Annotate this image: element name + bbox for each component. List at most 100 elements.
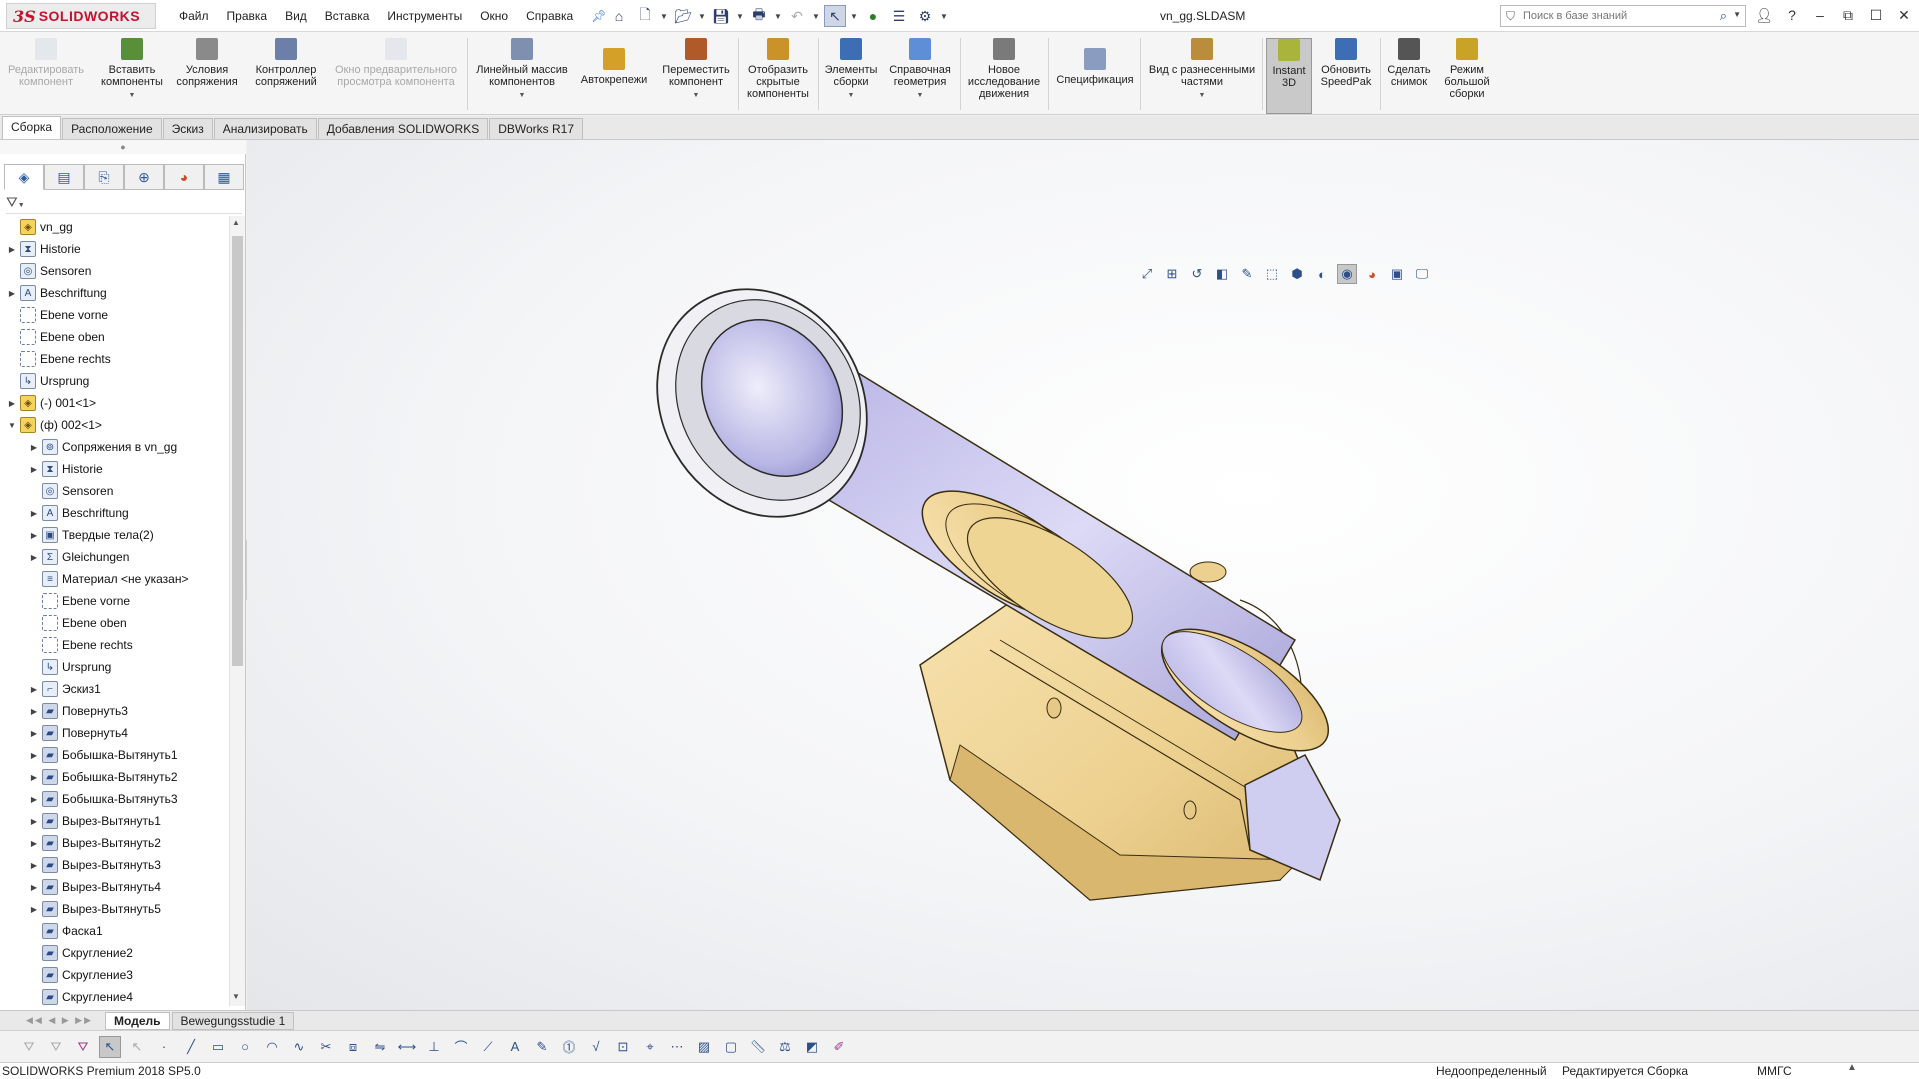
point-icon[interactable]: · bbox=[153, 1036, 175, 1058]
menu-help[interactable]: Справка bbox=[517, 9, 582, 23]
tree-node[interactable]: Ebene vorne bbox=[6, 304, 108, 326]
select-arrow-icon[interactable]: ↖ bbox=[99, 1035, 121, 1058]
insert-caret-icon[interactable]: ▼ bbox=[129, 90, 136, 102]
tree-node[interactable]: ▶ ▰ Повернуть4 bbox=[28, 722, 128, 744]
tree-node[interactable]: ▶ ⧗ Historie bbox=[6, 238, 81, 260]
scroll-up-icon[interactable]: ▲ bbox=[232, 218, 240, 227]
file-properties-icon[interactable]: ☰ bbox=[888, 5, 910, 27]
undo-icon[interactable]: ↶ bbox=[786, 5, 808, 27]
tree-node[interactable]: ▶ ◈ (-) 001<1> bbox=[6, 392, 96, 414]
section-icon[interactable]: ◩ bbox=[801, 1036, 823, 1058]
tree-node[interactable]: ▶ Σ Gleichungen bbox=[28, 546, 129, 568]
new-document-icon[interactable]: 🗋︎ bbox=[634, 5, 656, 27]
tab-layout[interactable]: Расположение bbox=[62, 118, 162, 139]
view-settings-icon[interactable]: ▣ bbox=[1387, 264, 1407, 284]
bom-button[interactable]: Спецификация bbox=[1052, 38, 1138, 114]
save-icon[interactable]: 💾︎ bbox=[710, 5, 732, 27]
tree-scrollbar[interactable]: ▲ ▼ bbox=[229, 216, 245, 1006]
zoom-to-fit-icon[interactable]: ⤢ bbox=[1137, 264, 1157, 284]
refgeom-caret-icon[interactable]: ▼ bbox=[917, 90, 924, 102]
tree-node[interactable]: ◎ Sensoren bbox=[28, 480, 113, 502]
tab-scroll-arrows-icon[interactable]: ◀◀ ◀ ▶ ▶▶ bbox=[26, 1015, 93, 1026]
tree-node[interactable]: ▶ ▰ Вырез-Вытянуть3 bbox=[28, 854, 161, 876]
previous-view-icon[interactable]: ↺ bbox=[1187, 264, 1207, 284]
print-icon[interactable]: 🖶︎ bbox=[748, 5, 770, 27]
measure-icon[interactable]: 📏︎ bbox=[747, 1036, 769, 1058]
tree-node[interactable]: ↳ Ursprung bbox=[28, 656, 111, 678]
expand-arrow-icon[interactable]: ▶ bbox=[28, 773, 40, 782]
expand-arrow-icon[interactable]: ▶ bbox=[28, 861, 40, 870]
rebuild-traffic-light-icon[interactable]: ● bbox=[862, 5, 884, 27]
pattern-caret-icon[interactable]: ▼ bbox=[519, 90, 526, 102]
datum-icon[interactable]: ⊡ bbox=[612, 1036, 634, 1058]
arc-icon[interactable]: ◠ bbox=[261, 1036, 283, 1058]
large-assembly-mode-button[interactable]: Режим большой сборки bbox=[1438, 38, 1496, 114]
tree-node[interactable]: Ebene rechts bbox=[28, 634, 133, 656]
menu-file[interactable]: Файл bbox=[170, 9, 218, 23]
tree-node[interactable]: Ebene oben bbox=[28, 612, 127, 634]
fillet-sketch-icon[interactable]: ⌒ bbox=[450, 1036, 472, 1058]
update-speedpak-button[interactable]: Обновить SpeedPak bbox=[1316, 38, 1376, 114]
tree-node[interactable]: ▶ ▰ Бобышка-Вытянуть3 bbox=[28, 788, 178, 810]
search-input[interactable] bbox=[1523, 10, 1713, 22]
surface-finish-icon[interactable]: √ bbox=[585, 1036, 607, 1058]
property-manager-tab-icon[interactable]: ▤ bbox=[44, 164, 84, 190]
save-caret-icon[interactable]: ▼ bbox=[736, 12, 744, 21]
tree-node[interactable]: ▶ ▰ Вырез-Вытянуть4 bbox=[28, 876, 161, 898]
select-cursor-icon[interactable]: ↖ bbox=[824, 5, 846, 27]
expand-arrow-icon[interactable]: ▶ bbox=[28, 795, 40, 804]
tree-node[interactable]: ◈ vn_gg bbox=[6, 216, 73, 238]
new-motion-study-button[interactable]: Новое исследование движения bbox=[964, 38, 1044, 114]
feature-tree-tab-icon[interactable]: ◈ bbox=[4, 164, 44, 190]
component-preview-button[interactable]: Окно предварительного просмотра компонен… bbox=[328, 38, 464, 114]
insert-components-button[interactable]: Вставить компоненты ▼ bbox=[92, 38, 172, 114]
tree-node[interactable]: ▶ ⧗ Historie bbox=[28, 458, 103, 480]
restore-icon[interactable]: ⧉ bbox=[1838, 4, 1858, 26]
tree-node[interactable]: ↳ Ursprung bbox=[6, 370, 89, 392]
instant3d-button[interactable]: Instant 3D bbox=[1266, 38, 1312, 114]
mates-button[interactable]: Условия сопряжения bbox=[174, 38, 240, 114]
expand-arrow-icon[interactable]: ▶ bbox=[28, 531, 40, 540]
smart-fasteners-button[interactable]: Автокрепежи bbox=[574, 38, 654, 114]
hide-show-items-icon[interactable]: ◐ bbox=[1312, 264, 1332, 284]
expand-arrow-icon[interactable]: ▶ bbox=[28, 905, 40, 914]
search-caret-icon[interactable]: ▼ bbox=[1733, 10, 1741, 19]
tree-node[interactable]: ▶ ⊚ Сопряжения в vn_gg bbox=[28, 436, 177, 458]
tree-node[interactable]: ▶ ▰ Повернуть3 bbox=[28, 700, 128, 722]
balloon-icon[interactable]: ⓵ bbox=[558, 1036, 580, 1058]
view-orientation-icon[interactable]: ⬚ bbox=[1262, 264, 1282, 284]
menu-insert[interactable]: Вставка bbox=[316, 9, 379, 23]
tree-node[interactable]: Ebene oben bbox=[6, 326, 105, 348]
expand-arrow-icon[interactable]: ▶ bbox=[28, 509, 40, 518]
tree-node[interactable]: ▶ ▰ Вырез-Вытянуть1 bbox=[28, 810, 161, 832]
expand-arrow-icon[interactable]: ▶ bbox=[28, 443, 40, 452]
help-icon[interactable]: ? bbox=[1782, 4, 1802, 26]
exploded-caret-icon[interactable]: ▼ bbox=[1199, 90, 1206, 102]
graphics-area[interactable]: ⤢ ⊞ ↺ ◧ ✎ ⬚ ⬢ ◐ ◉ ◕ ▣ 🖵︎ ◧ ◨ – ⧉ ✕ ⌂ ▥ 📁… bbox=[247, 140, 1919, 1010]
linear-pattern-button[interactable]: Линейный массив компонентов ▼ bbox=[472, 38, 572, 114]
tree-filter-icon[interactable]: ⛛▼ bbox=[6, 194, 242, 214]
take-snapshot-button[interactable]: Сделать снимок bbox=[1384, 38, 1434, 114]
expand-arrow-icon[interactable]: ▶ bbox=[28, 751, 40, 760]
undo-caret-icon[interactable]: ▼ bbox=[812, 12, 820, 21]
select-caret-icon[interactable]: ▼ bbox=[850, 12, 858, 21]
dynamic-annotation-icon[interactable]: ✎ bbox=[1237, 264, 1257, 284]
tree-node[interactable]: Ebene vorne bbox=[28, 590, 130, 612]
zoom-to-area-icon[interactable]: ⊞ bbox=[1162, 264, 1182, 284]
collapse-arrow-icon[interactable]: ▼ bbox=[6, 421, 18, 430]
menu-view[interactable]: Вид bbox=[276, 9, 316, 23]
expand-arrow-icon[interactable]: ▶ bbox=[28, 465, 40, 474]
assembly-features-button[interactable]: Элементы сборки ▼ bbox=[822, 38, 880, 114]
tree-node[interactable]: ▰ Скругление3 bbox=[28, 964, 133, 986]
text-icon[interactable]: A bbox=[504, 1036, 526, 1058]
tab-dbworks[interactable]: DBWorks R17 bbox=[489, 118, 584, 139]
select-other-icon[interactable]: ↖ bbox=[126, 1036, 148, 1058]
unit-system[interactable]: ММГС bbox=[1757, 1064, 1792, 1078]
section-view-icon[interactable]: ◧ bbox=[1212, 264, 1232, 284]
scroll-down-icon[interactable]: ▼ bbox=[232, 992, 240, 1001]
dimxpert-tab-icon[interactable]: ⊕ bbox=[124, 164, 164, 190]
tree-node[interactable]: ▰ Фаска1 bbox=[28, 920, 103, 942]
filter-toggle-icon[interactable]: ⛛ bbox=[45, 1036, 67, 1058]
markup-icon[interactable]: ✐ bbox=[828, 1036, 850, 1058]
expand-arrow-icon[interactable]: ▶ bbox=[6, 289, 18, 298]
